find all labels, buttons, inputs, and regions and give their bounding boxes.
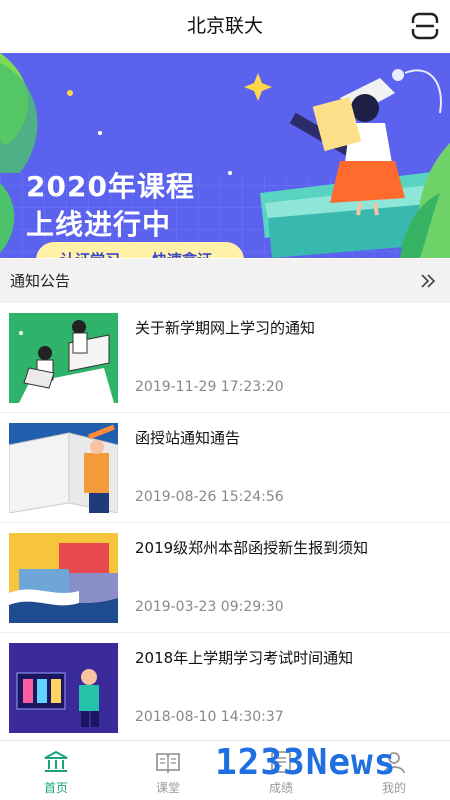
notice-item[interactable]: 2018年上学期学习考试时间通知 2018-08-10 14:30:37 [0,633,450,743]
notice-thumbnail [9,313,118,403]
book-icon [156,753,180,775]
tab-home[interactable]: 首页 [0,741,112,800]
tab-classroom[interactable]: 课堂 [112,741,224,800]
notice-date: 2019-03-23 09:29:30 [135,599,284,615]
notice-item[interactable]: 函授站通知通告 2019-08-26 15:24:56 [0,413,450,523]
home-icon [44,750,68,772]
top-bar: 北京联大 [0,0,450,52]
notice-section-header: 通知公告 [0,259,450,303]
notice-item[interactable]: 关于新学期网上学习的通知 2019-11-29 17:23:20 [0,303,450,413]
promo-banner[interactable]: 2020年课程 上线进行中 认证学习 快速拿证 [0,53,450,258]
notice-thumbnail [9,643,118,733]
scan-icon[interactable] [410,11,440,41]
notice-thumbnail [9,533,118,623]
double-chevron-right-icon[interactable] [418,271,438,291]
notice-date: 2019-08-26 15:24:56 [135,489,284,505]
notice-heading: 通知公告 [10,272,71,290]
tab-label: 首页 [43,781,68,795]
notice-title: 2018年上学期学习考试时间通知 [135,649,354,667]
page-title: 北京联大 [186,15,263,37]
banner-tagline: 认证学习 快速拿证 [36,242,244,258]
notice-item[interactable]: 2019级郑州本部函授新生报到须知 2019-03-23 09:29:30 [0,523,450,633]
banner-tag-1: 认证学习 [60,242,120,258]
notice-date: 2019-11-29 17:23:20 [135,379,284,395]
banner-headline-1: 2020年课程 [26,170,195,203]
notice-title: 关于新学期网上学习的通知 [135,319,316,337]
notice-date: 2018-08-10 14:30:37 [135,709,284,725]
banner-headline-2: 上线进行中 [26,208,172,241]
tab-label: 课堂 [155,781,180,795]
notice-title: 函授站通知通告 [135,429,241,447]
notice-title: 2019级郑州本部函授新生报到须知 [135,539,369,557]
banner-tag-2: 快速拿证 [152,242,212,258]
watermark-text: 1233News [215,742,397,783]
notice-thumbnail [9,423,118,513]
